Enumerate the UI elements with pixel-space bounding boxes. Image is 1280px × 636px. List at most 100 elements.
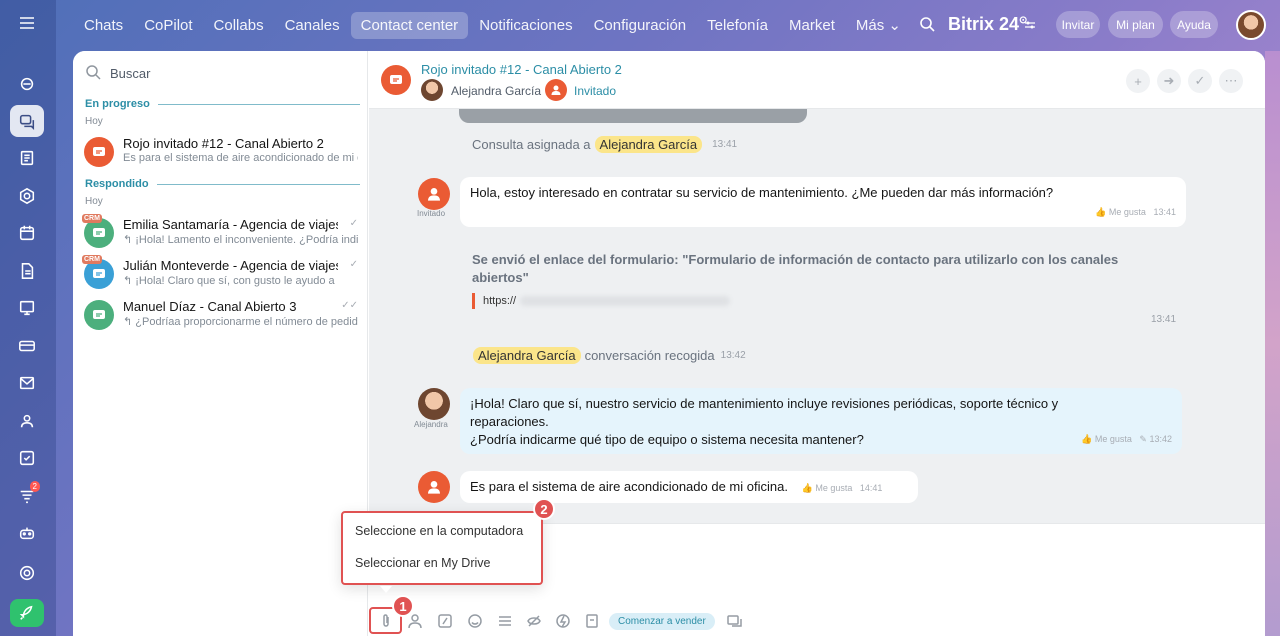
callout-step-1: 1 (392, 595, 414, 617)
chat-preview: ↰ ¿Podríaa proporcionarme el número de p… (123, 316, 358, 328)
message-time: 13:41 (1151, 314, 1177, 325)
like-button[interactable]: Me gusta (1095, 434, 1132, 444)
list-item[interactable]: Rojo invitado #12 - Canal Abierto 2 Es p… (73, 133, 368, 173)
guest-avatar[interactable] (545, 79, 567, 101)
more-icon[interactable]: ⋯ (1219, 69, 1243, 93)
operator-mention[interactable]: Alejandra García (594, 136, 703, 153)
template-icon[interactable] (497, 613, 513, 629)
groups-icon[interactable] (10, 405, 44, 437)
conversation-avatar (381, 65, 411, 95)
search-icon[interactable] (919, 16, 935, 32)
like-button[interactable]: Me gusta (1109, 207, 1146, 217)
menu-icon[interactable] (19, 16, 35, 30)
notification-badge: 2 (29, 481, 40, 492)
chat-title: Julián Monteverde - Agencia de viajes (123, 258, 338, 273)
start-selling-button[interactable]: Comenzar a vender (609, 613, 715, 630)
conversation-title[interactable]: Rojo invitado #12 - Canal Abierto 2 (421, 62, 622, 77)
menu-item-from-computer[interactable]: Seleccione en la computadora (355, 524, 523, 538)
section-day: Hoy (85, 116, 103, 127)
brand-logo[interactable]: Bitrix 24⊙ (948, 14, 1027, 35)
nav-chats[interactable]: Chats (74, 12, 133, 39)
invite-button[interactable]: Invitar (1056, 11, 1100, 38)
like-icon: 👍 (1081, 434, 1093, 444)
crm-icon[interactable] (10, 330, 44, 362)
nav-collabs[interactable]: Collabs (204, 12, 274, 39)
form-icon[interactable] (437, 613, 453, 629)
contact-icon[interactable] (407, 613, 423, 629)
settings-icon[interactable] (10, 557, 44, 589)
tasks-icon[interactable] (10, 442, 44, 474)
docs-icon[interactable] (10, 255, 44, 287)
nav-more[interactable]: Más ⌄ (846, 11, 911, 39)
board-icon[interactable] (10, 292, 44, 324)
my-plan-button[interactable]: Mi plan (1108, 11, 1163, 38)
chat-history-icon[interactable] (727, 613, 743, 629)
emoji-icon[interactable] (467, 613, 483, 629)
chat-title: Rojo invitado #12 - Canal Abierto 2 (123, 136, 324, 151)
add-user-icon[interactable]: + (1126, 69, 1150, 93)
nav-market[interactable]: Market (779, 12, 845, 39)
nav-canales[interactable]: Canales (275, 12, 350, 39)
feed-icon[interactable] (10, 142, 44, 174)
hide-icon[interactable] (526, 613, 542, 629)
left-rail: 2 (0, 0, 56, 636)
operator-mention[interactable]: Alejandra García (473, 347, 581, 364)
chat-avatar (84, 300, 114, 330)
guest-avatar[interactable] (418, 471, 450, 503)
calendar-icon[interactable] (10, 217, 44, 249)
conversation-header: Rojo invitado #12 - Canal Abierto 2 Alej… (369, 51, 1265, 109)
settings-toggle-icon[interactable] (1024, 19, 1036, 31)
guest-avatar[interactable] (418, 178, 450, 210)
operator-avatar[interactable] (421, 79, 443, 101)
nav-copilot[interactable]: CoPilot (134, 12, 202, 39)
like-icon: 👍 (1095, 207, 1107, 217)
lightning-icon[interactable] (555, 613, 571, 629)
operator-name[interactable]: Alejandra García (451, 84, 541, 98)
copilot-icon[interactable] (10, 68, 44, 100)
robot-icon[interactable] (10, 517, 44, 549)
system-message-picked: Alejandra García conversación recogida 1… (469, 347, 746, 364)
message-author: Alejandra (414, 420, 448, 429)
chat-bubble-icon (93, 310, 105, 319)
crm-badge: CRM (82, 255, 102, 264)
chat-search-input[interactable]: Buscar (110, 66, 150, 81)
chat-list-pane: Buscar En progreso Hoy Rojo invitado #12… (73, 51, 368, 636)
chat-bubble-icon (93, 147, 105, 156)
section-day: Hoy (85, 196, 103, 207)
message-bubble: Es para el sistema de aire acondicionado… (460, 471, 918, 503)
note-icon[interactable] (584, 613, 600, 629)
chat-title: Emilia Santamaría - Agencia de viajes (123, 217, 338, 232)
help-button[interactable]: Ayuda (1170, 11, 1218, 38)
operator-avatar[interactable] (418, 388, 450, 420)
user-avatar[interactable] (1236, 10, 1266, 40)
form-url[interactable]: https:// (472, 293, 731, 309)
nav-configuracion[interactable]: Configuración (584, 12, 697, 39)
nav-contact-center[interactable]: Contact center (350, 11, 469, 39)
nav-telefonia[interactable]: Telefonía (697, 12, 778, 39)
list-item[interactable]: CRM Emilia Santamaría - Agencia de viaje… (73, 214, 368, 254)
chats-icon[interactable] (10, 105, 44, 137)
search-icon (86, 65, 101, 80)
message-author: Invitado (417, 209, 446, 218)
list-item[interactable]: Manuel Díaz - Canal Abierto 3 ↰ ¿Podríaa… (73, 296, 368, 336)
like-button[interactable]: Me gusta (815, 483, 852, 493)
top-navigation: Chats CoPilot Collabs Canales Contact ce… (74, 11, 912, 39)
attach-menu: Seleccione en la computadora Seleccionar… (341, 511, 543, 585)
rocket-icon[interactable] (10, 599, 44, 627)
user-icon (428, 481, 440, 494)
menu-item-from-drive[interactable]: Seleccionar en My Drive (355, 556, 490, 570)
chat-avatar (84, 137, 114, 167)
read-check-icon: ✓ (349, 218, 358, 229)
nav-notificaciones[interactable]: Notificaciones (469, 12, 582, 39)
forward-icon[interactable]: ➜ (1157, 69, 1181, 93)
system-message-assigned: Consulta asignada a Alejandra García 13:… (472, 136, 738, 153)
user-icon (551, 85, 561, 95)
finish-check-icon[interactable]: ✓ (1188, 69, 1212, 93)
message-bubble: ¡Hola! Claro que sí, nuestro servicio de… (460, 388, 1182, 454)
mail-icon[interactable] (10, 367, 44, 399)
guest-status[interactable]: Invitado (574, 84, 616, 98)
user-icon (428, 188, 440, 201)
collabs-icon[interactable] (10, 180, 44, 212)
filter-icon[interactable]: 2 (10, 480, 44, 512)
list-item[interactable]: CRM Julián Monteverde - Agencia de viaje… (73, 255, 368, 295)
